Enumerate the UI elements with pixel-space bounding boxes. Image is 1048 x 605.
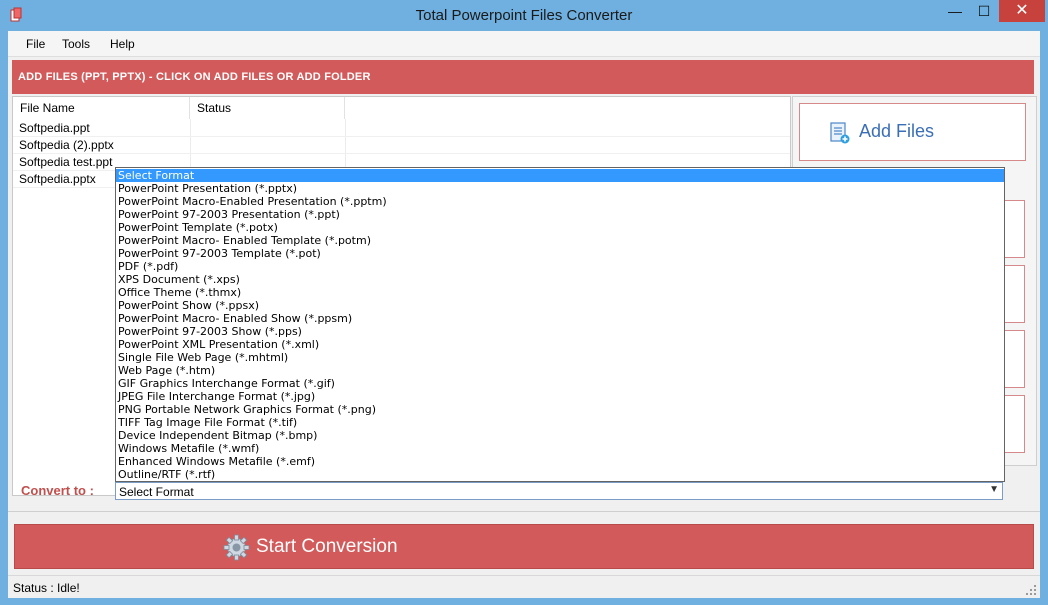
format-option[interactable]: PNG Portable Network Graphics Format (*.… (118, 403, 376, 416)
format-option[interactable]: PowerPoint XML Presentation (*.xml) (118, 338, 319, 351)
column-header-status[interactable]: Status (190, 97, 345, 119)
add-files-label: Add Files (859, 121, 935, 141)
format-option[interactable]: Office Theme (*.thmx) (118, 286, 241, 299)
format-option[interactable]: JPEG File Interchange Format (*.jpg) (118, 390, 315, 403)
format-option[interactable]: TIFF Tag Image File Format (*.tif) (118, 416, 297, 429)
add-files-icon (830, 122, 850, 144)
output-folder-button[interactable] (1004, 395, 1025, 453)
window-title: Total Powerpoint Files Converter (415, 7, 633, 24)
title-bar[interactable]: Total Powerpoint Files Converter — ☐ ✕ (0, 0, 1048, 31)
file-name-cell: Softpedia.ppt (19, 121, 90, 135)
format-option[interactable]: PowerPoint 97-2003 Template (*.pot) (118, 247, 321, 260)
gear-icon (223, 534, 250, 561)
format-option[interactable]: PowerPoint Macro-Enabled Presentation (*… (118, 195, 387, 208)
format-option[interactable]: Outline/RTF (*.rtf) (118, 468, 215, 481)
instruction-banner: ADD FILES (PPT, PPTX) - CLICK ON ADD FIL… (12, 60, 1034, 94)
start-conversion-button[interactable]: Start Conversion (14, 524, 1034, 569)
format-option[interactable]: Windows Metafile (*.wmf) (118, 442, 259, 455)
format-option[interactable]: PowerPoint Macro- Enabled Show (*.ppsm) (118, 312, 352, 325)
format-option[interactable]: Web Page (*.htm) (118, 364, 215, 377)
maximize-button[interactable]: ☐ (970, 0, 998, 22)
format-option[interactable]: PowerPoint Presentation (*.pptx) (118, 182, 297, 195)
format-option[interactable]: PowerPoint 97-2003 Show (*.pps) (118, 325, 302, 338)
format-select-value: Select Format (119, 485, 194, 499)
format-option[interactable]: Single File Web Page (*.mhtml) (118, 351, 288, 364)
table-row[interactable]: Softpedia.ppt (13, 119, 790, 137)
menu-bar: File Tools Help (8, 31, 1040, 57)
column-header-file-name[interactable]: File Name (13, 97, 190, 119)
resize-grip-icon[interactable] (1026, 585, 1036, 595)
format-option[interactable]: PDF (*.pdf) (118, 260, 178, 273)
format-option[interactable]: GIF Graphics Interchange Format (*.gif) (118, 377, 335, 390)
remove-button[interactable] (1004, 265, 1025, 323)
format-dropdown-list[interactable]: Select Format PowerPoint Presentation (*… (115, 167, 1005, 482)
format-select[interactable]: Select Format ▼ (115, 482, 1003, 500)
divider (8, 511, 1040, 512)
client-area: File Tools Help ADD FILES (PPT, PPTX) - … (8, 31, 1040, 598)
format-option[interactable]: Select Format (116, 169, 1004, 182)
remove-all-button[interactable] (1004, 330, 1025, 388)
format-option[interactable]: Device Independent Bitmap (*.bmp) (118, 429, 317, 442)
minimize-button[interactable]: — (941, 0, 969, 22)
add-folder-button[interactable] (1004, 200, 1025, 258)
add-files-button[interactable]: Add Files (799, 103, 1026, 161)
status-text: Status : Idle! (13, 581, 80, 595)
file-name-cell: Softpedia test.ppt (19, 155, 113, 169)
format-option[interactable]: PowerPoint Macro- Enabled Template (*.po… (118, 234, 371, 247)
app-window: Total Powerpoint Files Converter — ☐ ✕ F… (0, 0, 1048, 605)
format-option[interactable]: PowerPoint Template (*.potx) (118, 221, 278, 234)
close-button[interactable]: ✕ (999, 0, 1045, 22)
start-conversion-label: Start Conversion (256, 536, 398, 557)
format-option[interactable]: PowerPoint 97-2003 Presentation (*.ppt) (118, 208, 340, 221)
convert-to-label: Convert to : (21, 483, 94, 498)
file-name-cell: Softpedia.pptx (19, 172, 96, 186)
chevron-down-icon[interactable]: ▼ (989, 484, 999, 495)
format-option[interactable]: PowerPoint Show (*.ppsx) (118, 299, 259, 312)
format-option[interactable]: Enhanced Windows Metafile (*.emf) (118, 455, 315, 468)
menu-file[interactable]: File (26, 37, 45, 51)
file-name-cell: Softpedia (2).pptx (19, 138, 114, 152)
table-row[interactable]: Softpedia (2).pptx (13, 136, 790, 154)
banner-text: ADD FILES (PPT, PPTX) - CLICK ON ADD FIL… (18, 71, 371, 83)
format-option[interactable]: XPS Document (*.xps) (118, 273, 240, 286)
status-bar: Status : Idle! (8, 575, 1040, 598)
menu-tools[interactable]: Tools (62, 37, 90, 51)
menu-help[interactable]: Help (110, 37, 135, 51)
